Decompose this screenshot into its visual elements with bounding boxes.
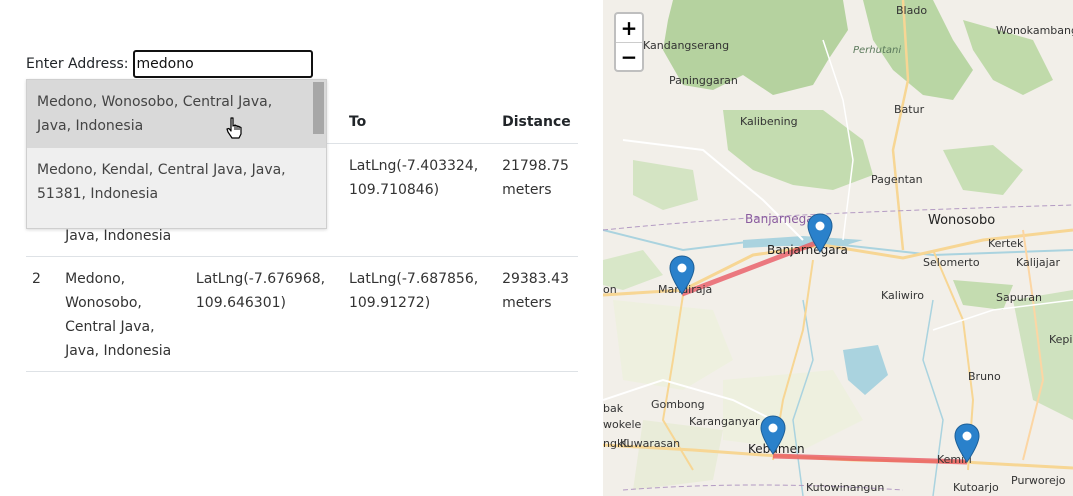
hand-cursor-icon	[226, 117, 242, 139]
map[interactable]: + − Blado Wonokambang Kandangserang Perh…	[603, 0, 1073, 496]
row-to: LatLng(-7.403324, 109.710846)	[342, 143, 497, 257]
map-label-kutowinangun: Kutowinangun	[806, 481, 885, 494]
map-label-kertek: Kertek	[988, 237, 1024, 250]
table-row: 2 Medono, Wonosobo, Central Java, Java, …	[26, 256, 578, 372]
row-to: LatLng(-7.687856, 109.91272)	[342, 256, 497, 372]
map-marker-icon[interactable]	[807, 213, 833, 253]
map-marker-icon[interactable]	[954, 423, 980, 463]
map-label-kutoarjo: Kutoarjo	[953, 481, 999, 494]
map-label-sapuran: Sapuran	[996, 291, 1042, 304]
map-label-kaliwiro: Kaliwiro	[881, 289, 924, 302]
suggestion-item[interactable]: Medono, Wonosobo, Central Java, Java, In…	[27, 80, 326, 148]
row-distance: 29383.43 meters	[496, 256, 578, 372]
map-label-edge-on: on	[603, 283, 617, 296]
map-label-perhutani: Perhutani	[853, 45, 902, 56]
address-input[interactable]	[132, 50, 313, 78]
row-address: Medono, Wonosobo, Central Java, Java, In…	[59, 256, 190, 372]
map-label-gombong: Gombong	[651, 398, 705, 411]
map-label-purworejo: Purworejo	[1011, 474, 1066, 487]
map-label-kandangserang: Kandangserang	[643, 39, 730, 52]
map-label-kalibening: Kalibening	[740, 115, 798, 128]
map-label-blado: Blado	[896, 4, 928, 17]
map-label-edge-ngkil: ngkil	[603, 437, 630, 450]
suggestion-item[interactable]: Medono, Kendal, Central Java, Java, 5138…	[27, 148, 326, 216]
row-from: LatLng(-7.676968, 109.646301)	[189, 256, 343, 372]
map-label-edge-bak: bak	[603, 402, 624, 415]
map-label-batur: Batur	[894, 103, 925, 116]
row-index: 2	[26, 256, 60, 372]
map-marker-icon[interactable]	[760, 415, 786, 455]
row-distance: 21798.75 meters	[496, 143, 578, 257]
map-label-edge-wokele: wokele	[603, 418, 642, 431]
map-label-wonosobo: Wonosobo	[928, 213, 996, 228]
header-to: To	[342, 100, 497, 144]
address-row: Enter Address:	[26, 50, 313, 78]
row-address-text: Java, Indonesia	[65, 228, 172, 244]
autocomplete-dropdown: Medono, Wonosobo, Central Java, Java, In…	[26, 79, 327, 229]
map-label-wonokambang: Wonokambang	[996, 24, 1073, 37]
map-label-pagentan: Pagentan	[871, 173, 923, 186]
map-label-bruno: Bruno	[968, 370, 1001, 383]
header-distance: Distance	[496, 100, 578, 144]
map-marker-icon[interactable]	[669, 255, 695, 295]
zoom-in-button[interactable]: +	[616, 14, 642, 43]
map-label-kepil: Kepil	[1049, 333, 1073, 346]
zoom-out-button[interactable]: −	[616, 43, 642, 71]
address-label: Enter Address:	[26, 56, 129, 72]
map-label-selomerto: Selomerto	[923, 256, 980, 269]
dropdown-scrollbar[interactable]	[313, 82, 324, 134]
map-label-paninggaran: Paninggaran	[669, 74, 738, 87]
map-label-karanganyar: Karanganyar	[689, 415, 760, 428]
zoom-control: + −	[614, 12, 644, 72]
map-label-kalijajar: Kalijajar	[1016, 256, 1060, 269]
